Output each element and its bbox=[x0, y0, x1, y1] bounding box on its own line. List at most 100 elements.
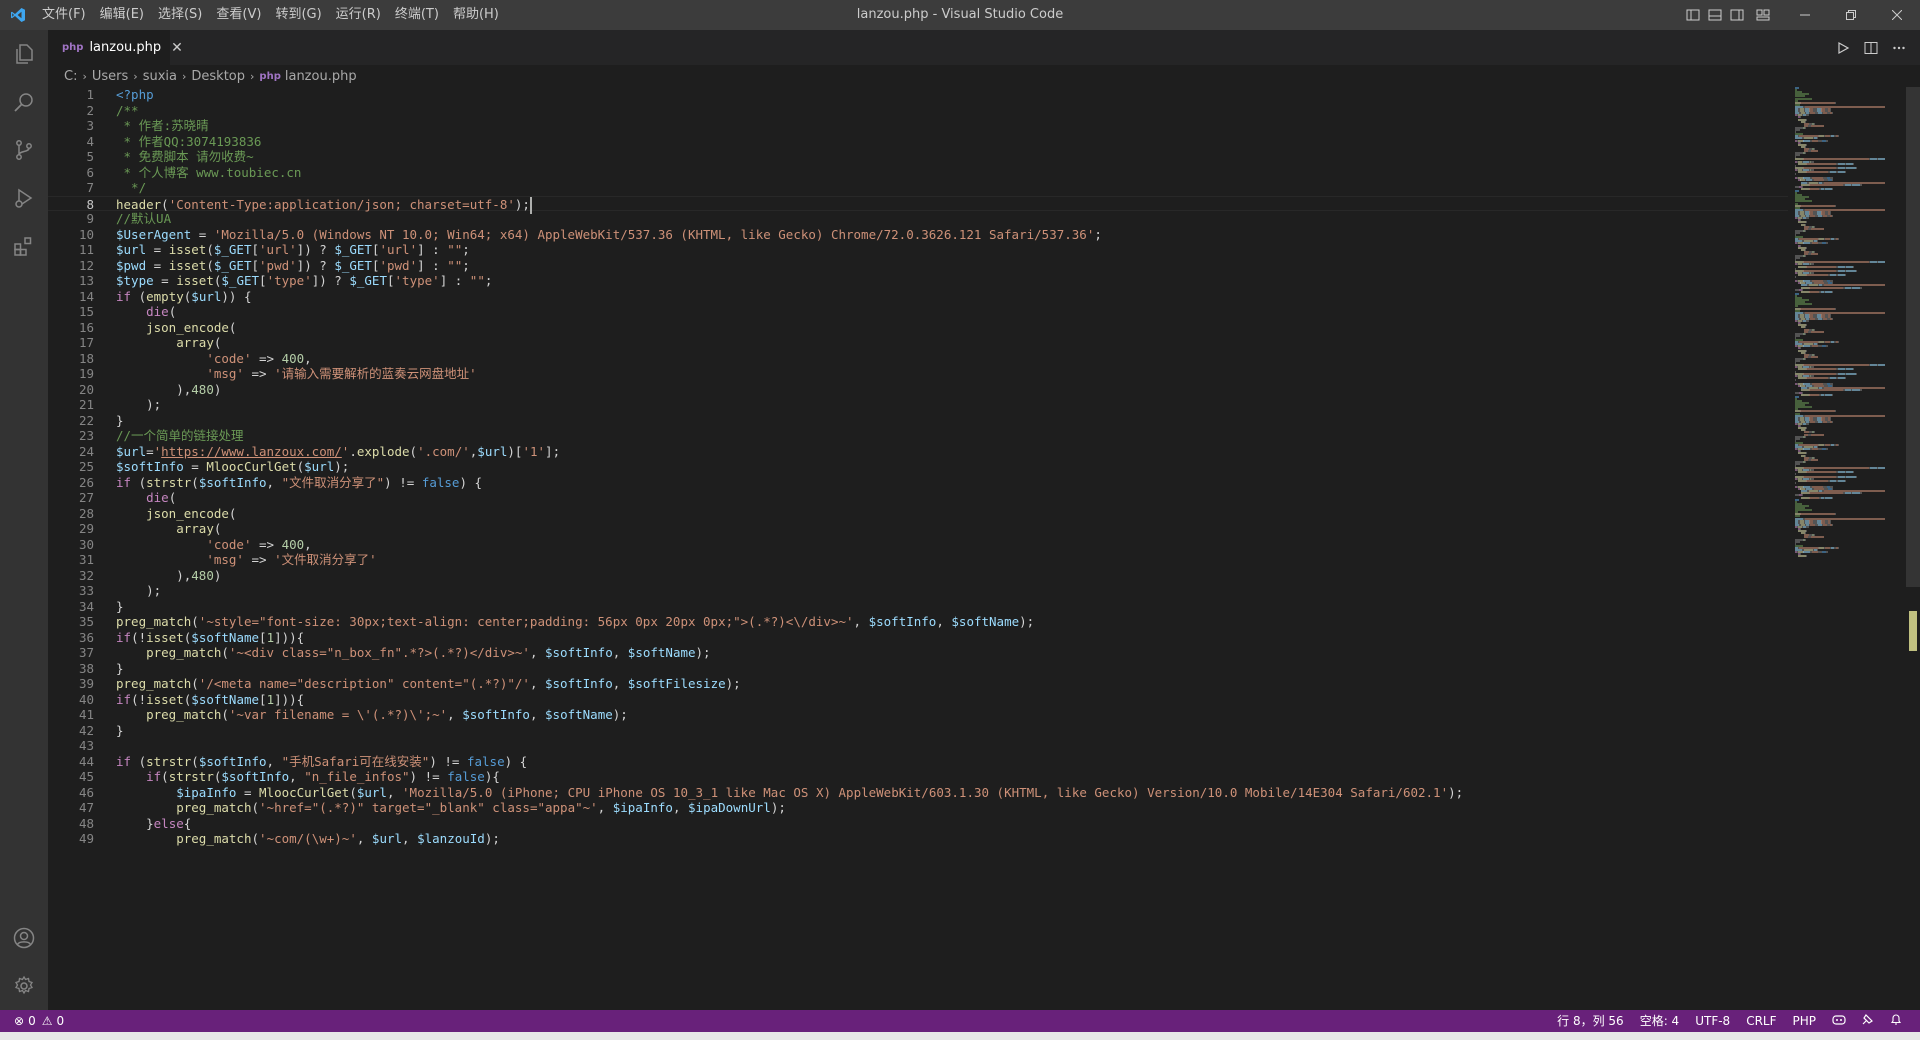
code-line[interactable]: 5 * 免费脚本 请勿收费~ bbox=[48, 149, 1788, 165]
code-line[interactable]: 3 * 作者:苏晓晴 bbox=[48, 118, 1788, 134]
code-line[interactable]: 28 json_encode( bbox=[48, 506, 1788, 522]
menu-item[interactable]: 文件(F) bbox=[35, 0, 93, 30]
extensions-icon[interactable] bbox=[0, 222, 48, 270]
vscode-logo-icon[interactable] bbox=[0, 0, 35, 30]
notifications-icon[interactable] bbox=[1882, 1010, 1910, 1032]
restore-icon[interactable] bbox=[1828, 0, 1874, 30]
code-line[interactable]: 11 $url = isset($_GET['url']) ? $_GET['ur… bbox=[48, 242, 1788, 258]
code-line[interactable]: 43 bbox=[48, 738, 1788, 754]
toggle-secondary-sidebar-icon[interactable] bbox=[1726, 0, 1748, 30]
menu-item[interactable]: 查看(V) bbox=[209, 0, 268, 30]
menu-item[interactable]: 运行(R) bbox=[329, 0, 388, 30]
menu-item[interactable]: 帮助(H) bbox=[446, 0, 506, 30]
code-line[interactable]: 47 preg_match('~href="(.*?)" target="_bl… bbox=[48, 800, 1788, 816]
scrollbar-thumb[interactable] bbox=[1906, 87, 1920, 587]
menu-item[interactable]: 编辑(E) bbox=[93, 0, 151, 30]
code-line[interactable]: 22} bbox=[48, 413, 1788, 429]
code-line[interactable]: 19 'msg' => '请输入需要解析的蓝奏云网盘地址' bbox=[48, 366, 1788, 382]
indentation[interactable]: 空格: 4 bbox=[1632, 1010, 1688, 1032]
code-line[interactable]: 26 if (strstr($softInfo, "文件取消分享了") != fa… bbox=[48, 475, 1788, 491]
code-line[interactable]: 13 $type = isset($_GET['type']) ? $_GET['… bbox=[48, 273, 1788, 289]
code-line[interactable]: 29 array( bbox=[48, 521, 1788, 537]
code-line[interactable]: 12 $pwd = isset($_GET['pwd']) ? $_GET['pw… bbox=[48, 258, 1788, 274]
close-icon[interactable] bbox=[1874, 0, 1920, 30]
toggle-panel-icon[interactable] bbox=[1704, 0, 1726, 30]
code-line[interactable]: 30 'code' => 400, bbox=[48, 537, 1788, 553]
code-token: , bbox=[936, 614, 952, 629]
code-line[interactable]: 40 if(!isset($softName[1])){ bbox=[48, 692, 1788, 708]
menu-item[interactable]: 选择(S) bbox=[151, 0, 209, 30]
minimize-icon[interactable] bbox=[1782, 0, 1828, 30]
code-line[interactable]: 23 //一个简单的链接处理 bbox=[48, 428, 1788, 444]
more-actions-icon[interactable] bbox=[1888, 37, 1910, 59]
code-line[interactable]: 6 * 个人博客 www.toubiec.cn bbox=[48, 165, 1788, 181]
code-line[interactable]: 34} bbox=[48, 599, 1788, 615]
code-line[interactable]: 16 json_encode( bbox=[48, 320, 1788, 336]
code-line[interactable]: 2 /** bbox=[48, 103, 1788, 119]
split-editor-icon[interactable] bbox=[1860, 37, 1882, 59]
code-line[interactable]: 21 ); bbox=[48, 397, 1788, 413]
source-control-icon[interactable] bbox=[0, 126, 48, 174]
gear-icon[interactable] bbox=[0, 962, 48, 1010]
code-line[interactable]: 18 'code' => 400, bbox=[48, 351, 1788, 367]
end-of-line[interactable]: CRLF bbox=[1738, 1010, 1784, 1032]
breadcrumb-item[interactable]: Desktop bbox=[191, 69, 245, 84]
code-line[interactable]: 49 preg_match('~com/(\w+)~', $url, $lanz… bbox=[48, 831, 1788, 847]
minimap[interactable] bbox=[1795, 87, 1905, 1010]
code-line[interactable]: 35 preg_match('~style="font-size: 30px;te… bbox=[48, 614, 1788, 630]
run-debug-icon[interactable] bbox=[0, 174, 48, 222]
code-line[interactable]: 15 die( bbox=[48, 304, 1788, 320]
minimap-segment bbox=[1804, 229, 1806, 232]
code-line[interactable]: 27 die( bbox=[48, 490, 1788, 506]
code-line[interactable]: 41 preg_match('~var filename = \'(.*?)\'… bbox=[48, 707, 1788, 723]
code-line[interactable]: 45 if(strstr($softInfo, "n_file_infos") … bbox=[48, 769, 1788, 785]
code-line[interactable]: 24 $url='https://www.lanzoux.com/'.explod… bbox=[48, 444, 1788, 460]
copilot-icon[interactable] bbox=[1824, 1010, 1854, 1032]
breadcrumb-item[interactable]: Users bbox=[92, 69, 128, 84]
code-line[interactable]: 32 ),480) bbox=[48, 568, 1788, 584]
code-line[interactable]: 48 }else{ bbox=[48, 816, 1788, 832]
breadcrumb-item[interactable]: suxia bbox=[143, 69, 177, 84]
breadcrumb-item[interactable]: lanzou.php bbox=[285, 69, 357, 84]
code-line[interactable]: 10 $UserAgent = 'Mozilla/5.0 (Windows NT … bbox=[48, 227, 1788, 243]
files-icon[interactable] bbox=[0, 30, 48, 78]
code-line[interactable]: 31 'msg' => '文件取消分享了' bbox=[48, 552, 1788, 568]
code-editor[interactable]: 1 <?php 2/** 3 * 作者:苏晓晴 4 * 作者QQ:3074193836 5… bbox=[48, 87, 1920, 1010]
vertical-scrollbar[interactable] bbox=[1906, 87, 1920, 1010]
run-file-icon[interactable] bbox=[1832, 37, 1854, 59]
breadcrumb-item[interactable]: C: bbox=[64, 69, 77, 84]
account-icon[interactable] bbox=[0, 914, 48, 962]
code-line[interactable]: 17 array( bbox=[48, 335, 1788, 351]
search-icon[interactable] bbox=[0, 78, 48, 126]
problems-indicator[interactable]: ⊗ 0 ⚠ 0 bbox=[0, 1014, 64, 1028]
code-line[interactable]: 39 preg_match('/<meta name="description" … bbox=[48, 676, 1788, 692]
encoding[interactable]: UTF-8 bbox=[1687, 1010, 1738, 1032]
code-line[interactable]: 33 ); bbox=[48, 583, 1788, 599]
code-line[interactable]: 8 header('Content-Type:application/json; … bbox=[48, 195, 1788, 214]
toggle-primary-sidebar-icon[interactable] bbox=[1682, 0, 1704, 30]
cursor-position[interactable]: 行 8，列 56 bbox=[1549, 1010, 1632, 1032]
code-line[interactable]: 46 $ipaInfo = MloocCurlGet($url, 'Mozill… bbox=[48, 785, 1788, 801]
feedback-icon[interactable] bbox=[1854, 1010, 1882, 1032]
tab-lanzou-php[interactable]: php lanzou.php ✕ bbox=[48, 30, 183, 65]
code-line[interactable]: 7 */ bbox=[48, 180, 1788, 196]
minimap-segment bbox=[1809, 290, 1819, 293]
code-line[interactable]: 38} bbox=[48, 661, 1788, 677]
code-token: , bbox=[304, 350, 312, 366]
menu-item[interactable]: 转到(G) bbox=[268, 0, 328, 30]
code-line[interactable]: 37 preg_match('~<div class="n_box_fn".*?… bbox=[48, 645, 1788, 661]
code-line[interactable]: 42} bbox=[48, 723, 1788, 739]
code-line[interactable]: 20 ),480) bbox=[48, 382, 1788, 398]
menu-item[interactable]: 终端(T) bbox=[388, 0, 446, 30]
customize-layout-icon[interactable] bbox=[1752, 0, 1774, 30]
code-line[interactable]: 14 if (empty($url)) { bbox=[48, 289, 1788, 305]
code-token: isset bbox=[168, 242, 207, 257]
code-line[interactable]: 4 * 作者QQ:3074193836 bbox=[48, 134, 1788, 150]
code-line[interactable]: 25 $softInfo = MloocCurlGet($url); bbox=[48, 459, 1788, 475]
code-line[interactable]: 36 if(!isset($softName[1])){ bbox=[48, 630, 1788, 646]
language-mode[interactable]: PHP bbox=[1785, 1010, 1825, 1032]
code-line[interactable]: 9 //默认UA bbox=[48, 211, 1788, 227]
close-tab-icon[interactable]: ✕ bbox=[171, 40, 183, 56]
code-line[interactable]: 1 <?php bbox=[48, 87, 1788, 103]
code-line[interactable]: 44 if (strstr($softInfo, "手机Safari可在线安装")… bbox=[48, 754, 1788, 770]
